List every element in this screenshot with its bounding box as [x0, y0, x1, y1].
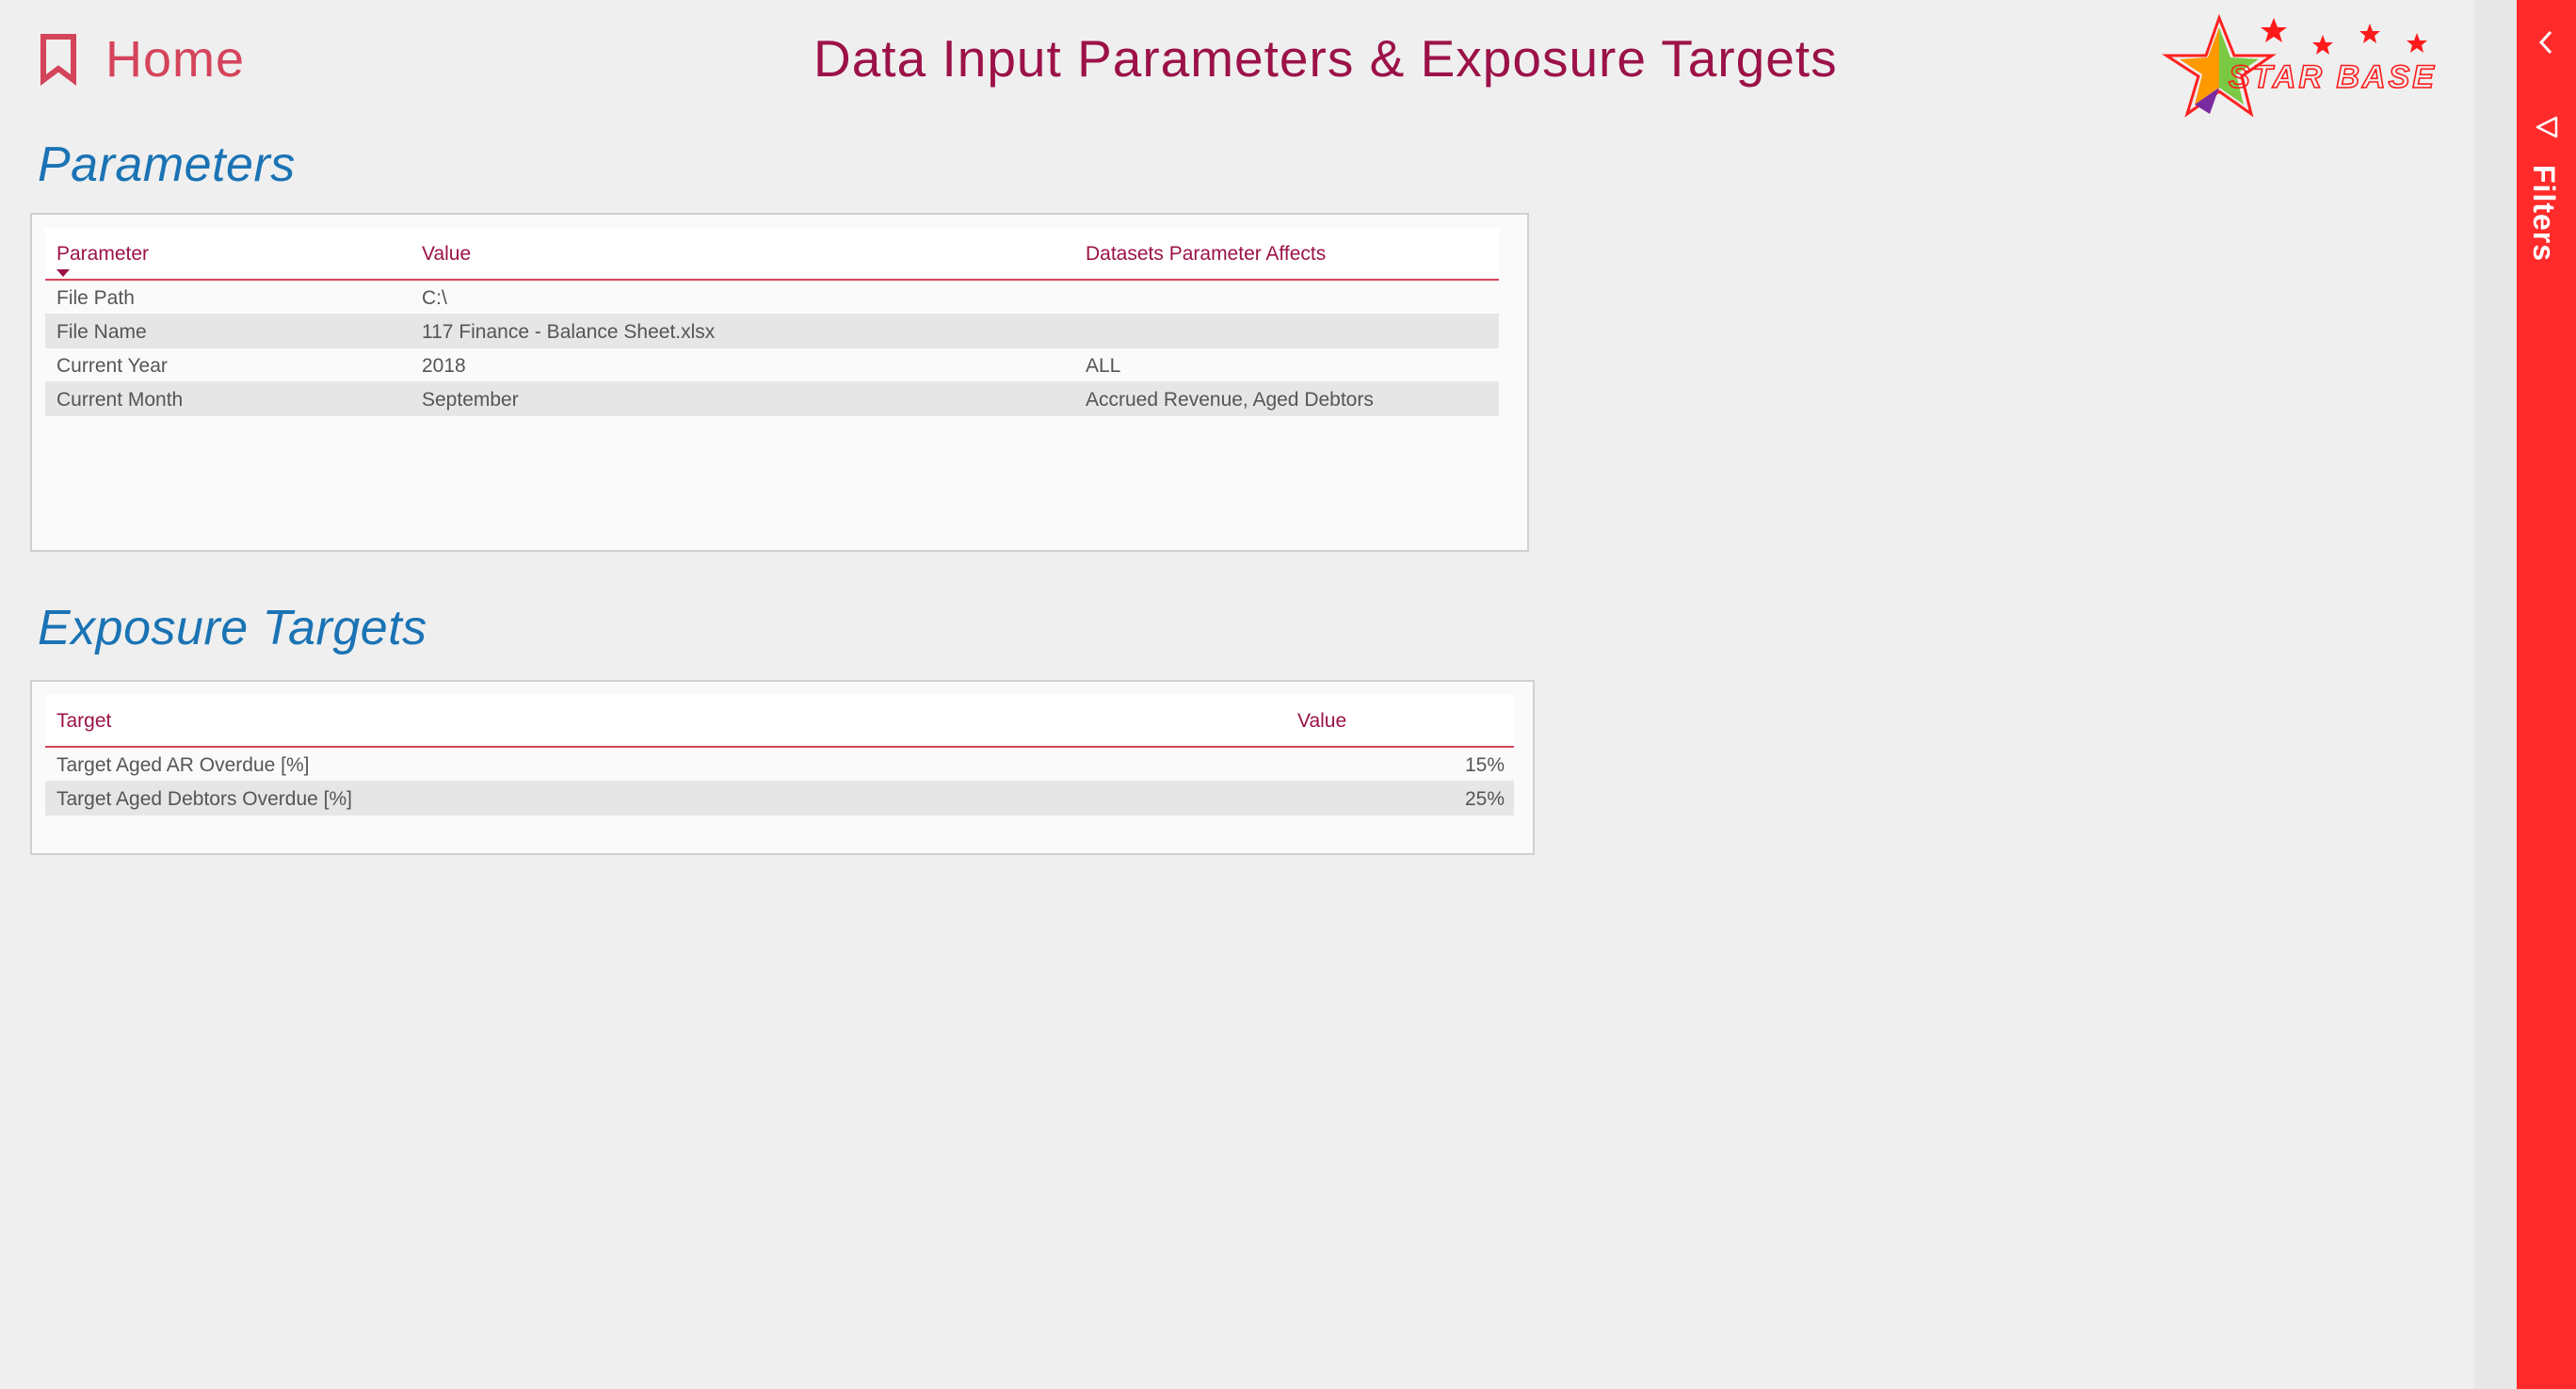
exposure-targets-table: Target Value Target Aged AR Overdue [%] …: [45, 695, 1514, 816]
filters-pane[interactable]: Filters: [2517, 0, 2576, 1389]
cell-value: 15%: [1464, 754, 1505, 776]
cell-parameter: File Name: [56, 321, 147, 343]
report-canvas: Home Data Input Parameters & Exposure Ta…: [0, 0, 2474, 1389]
filter-icon: [2536, 116, 2558, 138]
cell-value: 2018: [422, 355, 466, 377]
cell-datasets: Accrued Revenue, Aged Debtors: [1086, 389, 1374, 411]
cell-value: 117 Finance - Balance Sheet.xlsx: [422, 321, 716, 343]
cell-value: C:\: [422, 287, 447, 309]
table-row[interactable]: File Name 117 Finance - Balance Sheet.xl…: [45, 315, 1499, 348]
filters-label[interactable]: Filters: [2526, 165, 2561, 262]
report-title: Data Input Parameters & Exposure Targets: [813, 29, 1838, 88]
col-header-datasets[interactable]: Datasets Parameter Affects: [1086, 243, 1326, 266]
exposure-targets-table-header: Target Value: [45, 695, 1514, 748]
cell-target: Target Aged AR Overdue [%]: [56, 754, 310, 776]
cell-parameter: Current Month: [56, 389, 184, 411]
col-header-target[interactable]: Target: [56, 710, 111, 733]
cell-target: Target Aged Debtors Overdue [%]: [56, 788, 353, 810]
home-button[interactable]: Home: [38, 26, 245, 92]
logo-text: STAR BASE: [2229, 59, 2437, 95]
parameters-table-visual[interactable]: Parameter Value Datasets Parameter Affec…: [30, 213, 1529, 552]
table-row[interactable]: Current Year 2018 ALL: [45, 348, 1499, 382]
cell-parameter: Current Year: [56, 355, 168, 377]
parameters-table-header: Parameter Value Datasets Parameter Affec…: [45, 228, 1499, 281]
cell-value: 25%: [1464, 788, 1505, 810]
table-row[interactable]: Target Aged AR Overdue [%] 15%: [45, 748, 1514, 782]
home-label: Home: [105, 31, 246, 88]
cell-datasets: ALL: [1086, 355, 1121, 377]
chevron-left-icon[interactable]: [2532, 26, 2560, 58]
table-row[interactable]: Current Month September Accrued Revenue,…: [45, 382, 1499, 416]
table-row[interactable]: Target Aged Debtors Overdue [%] 25%: [45, 782, 1514, 816]
parameters-table: Parameter Value Datasets Parameter Affec…: [45, 228, 1499, 416]
sort-descending-icon[interactable]: [56, 269, 70, 277]
cell-parameter: File Path: [56, 287, 135, 309]
col-header-value[interactable]: Value: [1297, 710, 1346, 733]
pane-divider: [2474, 0, 2517, 1389]
parameters-section-title: Parameters: [38, 137, 296, 192]
exposure-targets-section-title: Exposure Targets: [38, 601, 427, 655]
cell-value: September: [422, 389, 519, 411]
table-row[interactable]: File Path C:\: [45, 281, 1499, 315]
star-base-logo: STAR BASE: [2161, 14, 2437, 118]
bookmark-icon: [40, 34, 76, 86]
col-header-value[interactable]: Value: [422, 243, 471, 266]
exposure-targets-table-visual[interactable]: Target Value Target Aged AR Overdue [%] …: [30, 680, 1535, 855]
col-header-parameter[interactable]: Parameter: [56, 243, 149, 266]
